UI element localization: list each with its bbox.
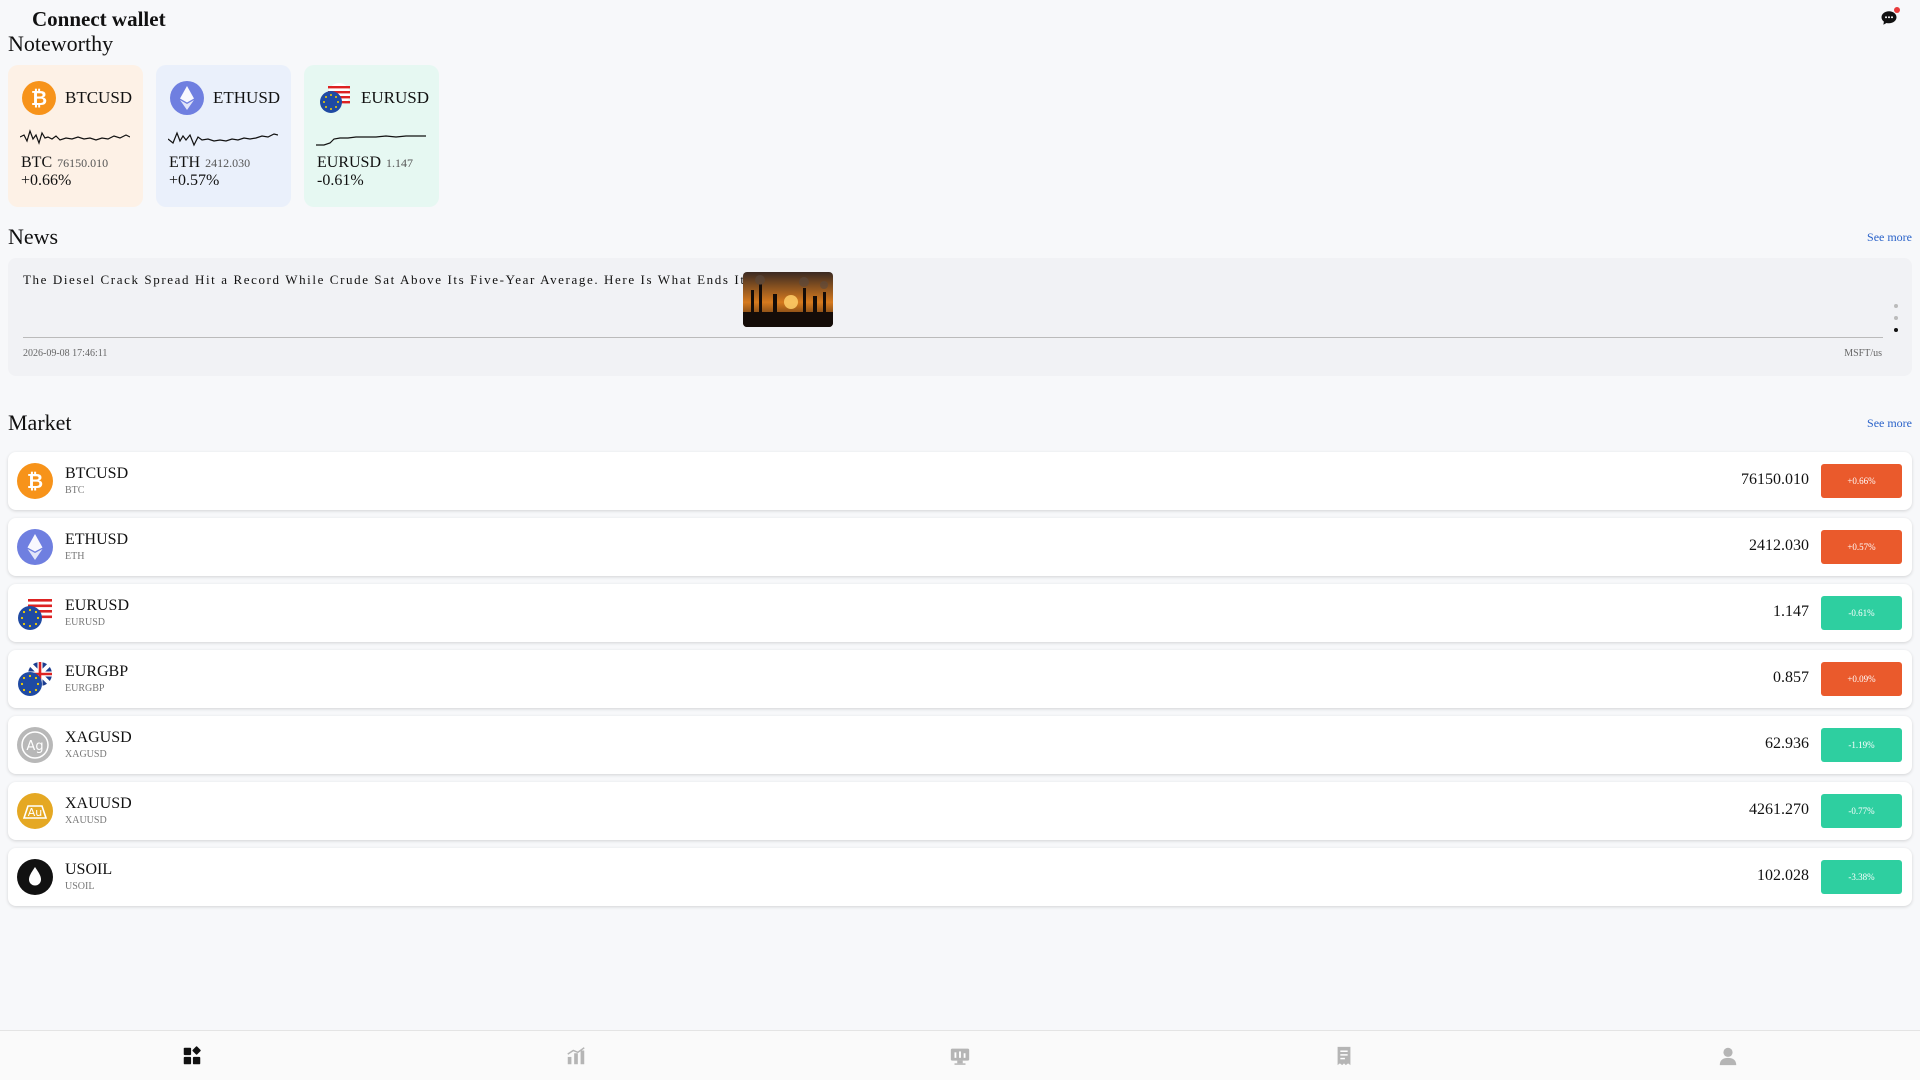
orders-icon <box>1337 1046 1351 1065</box>
market-pair: EURGBP <box>65 663 129 680</box>
market-price: 1.147 <box>1773 603 1809 620</box>
market-row-usoil[interactable]: USOIL USOIL 102.028 -3.38% <box>8 848 1912 906</box>
nav-profile[interactable] <box>1536 1031 1920 1080</box>
news-thumbnail[interactable] <box>743 272 833 327</box>
sparkline-chart <box>20 129 130 145</box>
svg-text:₿: ₿ <box>27 469 43 493</box>
eur-gbp-flag-icon <box>17 661 53 697</box>
notification-dot <box>1894 7 1900 13</box>
nav-orders[interactable] <box>1152 1031 1536 1080</box>
market-row-eurusd[interactable]: EURUSD EURUSD 1.147 -0.61% <box>8 584 1912 642</box>
trade-screen-icon <box>950 1048 970 1065</box>
card-price: 2412.030 <box>205 156 251 170</box>
market-pair: XAUUSD <box>65 795 132 812</box>
noteworthy-card-btcusd[interactable]: ₿ BTCUSD BTC 76150.010 +0.66% <box>8 65 143 207</box>
dashboard-icon <box>183 1045 201 1064</box>
card-pair-name: EURUSD <box>361 88 430 107</box>
bottom-navigation <box>0 1030 1920 1080</box>
market-price: 2412.030 <box>1749 537 1809 554</box>
market-price: 102.028 <box>1757 867 1809 884</box>
change-badge: +0.09% <box>1821 662 1902 696</box>
market-row-btcusd[interactable]: ₿ BTCUSD BTC 76150.010 +0.66% <box>8 452 1912 510</box>
top-bar: Connect wallet <box>0 0 1920 36</box>
silver-icon: Ag <box>17 727 53 763</box>
ethereum-icon <box>170 81 204 115</box>
market-pair: EURUSD <box>65 597 130 614</box>
card-symbol: ETH 2412.030 <box>169 154 251 171</box>
news-see-more-link[interactable]: See more <box>1867 230 1912 245</box>
market-price: 4261.270 <box>1749 801 1809 818</box>
market-symbol: BTC <box>65 485 85 496</box>
change-badge: -1.19% <box>1821 728 1902 762</box>
card-change: -0.61% <box>317 172 364 189</box>
svg-text:Au: Au <box>28 806 43 819</box>
market-title: Market <box>8 410 72 435</box>
news-carousel: The Diesel Crack Spread Hit a Record Whi… <box>8 258 1912 376</box>
market-symbol: XAUUSD <box>65 815 107 826</box>
market-row-xagusd[interactable]: Ag XAGUSD XAGUSD 62.936 -1.19% <box>8 716 1912 774</box>
chart-icon <box>567 1046 585 1064</box>
card-price: 1.147 <box>386 156 414 170</box>
nav-markets[interactable] <box>384 1031 768 1080</box>
ethereum-icon <box>17 529 53 565</box>
market-symbol: EURUSD <box>65 617 106 628</box>
carousel-dot[interactable] <box>1894 316 1898 320</box>
market-see-more-link[interactable]: See more <box>1867 416 1912 431</box>
news-source: MSFT/us <box>1844 348 1882 359</box>
noteworthy-cards: ₿ BTCUSD BTC 76150.010 +0.66% ETHUSD ETH 2… <box>8 65 439 207</box>
market-pair: USOIL <box>65 861 113 878</box>
card-change: +0.57% <box>169 172 220 189</box>
market-pair: ETHUSD <box>65 531 129 548</box>
market-row-ethusd[interactable]: ETHUSD ETH 2412.030 +0.57% <box>8 518 1912 576</box>
card-change: +0.66% <box>21 172 72 189</box>
noteworthy-card-ethusd[interactable]: ETHUSD ETH 2412.030 +0.57% <box>156 65 291 207</box>
card-price: 76150.010 <box>57 156 109 170</box>
card-symbol: BTC 76150.010 <box>21 154 109 171</box>
oil-drop-icon <box>17 859 53 895</box>
news-timestamp: 2026-09-08 17:46:11 <box>23 348 108 359</box>
carousel-dot-active[interactable] <box>1894 328 1898 332</box>
market-pair: XAGUSD <box>65 729 132 746</box>
change-badge: -3.38% <box>1821 860 1902 894</box>
market-price: 76150.010 <box>1741 471 1809 488</box>
market-symbol: EURGBP <box>65 683 105 694</box>
card-pair-name: ETHUSD <box>213 88 281 107</box>
noteworthy-title: Noteworthy <box>8 31 114 56</box>
eur-usd-flag-icon <box>17 595 53 631</box>
carousel-pagination <box>1894 304 1898 332</box>
sparkline-chart <box>316 135 426 146</box>
change-badge: +0.66% <box>1821 464 1902 498</box>
market-list: ₿ BTCUSD BTC 76150.010 +0.66% ETHUSD ETH… <box>8 452 1912 914</box>
profile-icon <box>1719 1047 1737 1065</box>
sparkline-chart <box>168 131 278 147</box>
news-headline[interactable]: The Diesel Crack Spread Hit a Record Whi… <box>23 272 746 288</box>
nav-home[interactable] <box>0 1031 384 1080</box>
market-row-eurgbp[interactable]: EURGBP EURGBP 0.857 +0.09% <box>8 650 1912 708</box>
noteworthy-card-eurusd[interactable]: EURUSD EURUSD 1.147 -0.61% <box>304 65 439 207</box>
market-pair: BTCUSD <box>65 465 129 482</box>
svg-text:₿: ₿ <box>31 86 47 110</box>
chat-button[interactable] <box>1880 7 1902 29</box>
market-price: 62.936 <box>1765 735 1809 752</box>
news-divider <box>23 337 1883 338</box>
news-title: News <box>8 224 59 249</box>
svg-text:Ag: Ag <box>26 739 43 754</box>
change-badge: -0.61% <box>1821 596 1902 630</box>
card-symbol: EURUSD 1.147 <box>317 154 414 171</box>
bitcoin-icon: ₿ <box>22 81 56 115</box>
market-price: 0.857 <box>1773 669 1809 686</box>
gold-icon: Au <box>17 793 53 829</box>
change-badge: -0.77% <box>1821 794 1902 828</box>
market-symbol: XAGUSD <box>65 749 107 760</box>
bitcoin-icon: ₿ <box>17 463 53 499</box>
carousel-dot[interactable] <box>1894 304 1898 308</box>
market-symbol: USOIL <box>65 881 95 892</box>
market-row-xauusd[interactable]: Au XAUUSD XAUUSD 4261.270 -0.77% <box>8 782 1912 840</box>
change-badge: +0.57% <box>1821 530 1902 564</box>
nav-trade[interactable] <box>768 1031 1152 1080</box>
eur-usd-flag-icon <box>318 81 352 115</box>
market-symbol: ETH <box>65 551 85 562</box>
card-pair-name: BTCUSD <box>65 88 133 107</box>
connect-wallet-button[interactable]: Connect wallet <box>32 7 166 32</box>
